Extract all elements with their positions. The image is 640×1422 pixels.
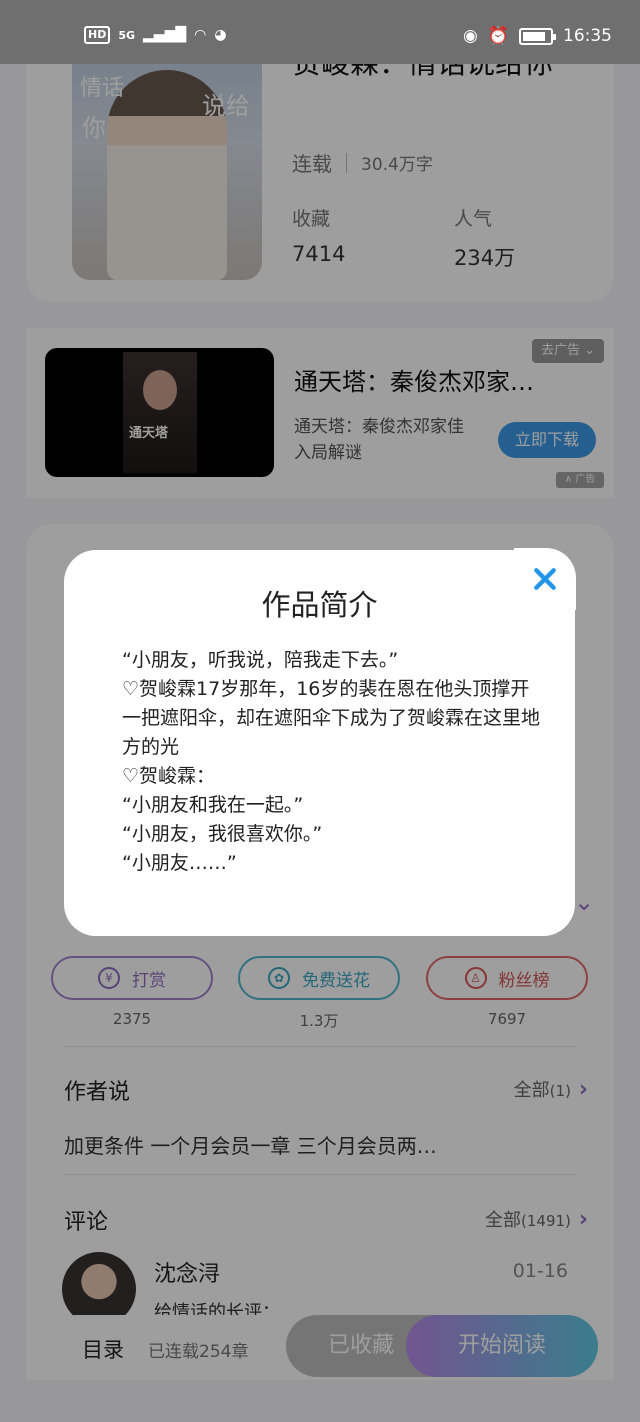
- synopsis-text: “小朋友，听我说，陪我走下去。” ♡贺峻霖17岁那年，16岁的裴在恩在他头顶撑开…: [122, 646, 542, 878]
- clock: 16:35: [563, 26, 612, 46]
- eye-icon: ◉: [462, 26, 478, 46]
- dialog-title: 作品简介: [261, 588, 378, 622]
- wifi-icon: ◠: [194, 27, 207, 43]
- synopsis-line: ♡贺峻霖：: [122, 765, 216, 787]
- synopsis-line: “小朋友……”: [122, 852, 237, 874]
- close-icon: [534, 568, 556, 590]
- hd-indicator: HD: [84, 26, 111, 44]
- close-dialog-button[interactable]: [514, 548, 576, 610]
- network-type: 5G: [118, 28, 136, 42]
- battery-icon: [519, 27, 556, 45]
- alarm-icon: ⏰: [487, 26, 509, 46]
- app-notification-icon: ◕: [214, 27, 227, 43]
- synopsis-dialog: 作品简介 “小朋友，听我说，陪我走下去。” ♡贺峻霖17岁那年，16岁的裴在恩在…: [64, 550, 575, 936]
- status-bar-left: HD 5G ▂▄▆█ ◠ ◕: [84, 26, 227, 44]
- synopsis-line: “小朋友，听我说，陪我走下去。”: [122, 649, 399, 671]
- status-bar-right: ◉ ⏰ 16:35: [463, 26, 612, 46]
- synopsis-line: “小朋友和我在一起。”: [122, 794, 304, 816]
- synopsis-line: “小朋友，我很喜欢你。”: [122, 823, 323, 845]
- status-bar: HD 5G ▂▄▆█ ◠ ◕ ◉ ⏰ 16:35: [0, 0, 640, 64]
- synopsis-line: ♡贺峻霖17岁那年，16岁的裴在恩在他头顶撑开一把遮阳伞，却在遮阳伞下成为了贺峻…: [122, 678, 541, 758]
- signal-icon: ▂▄▆█: [143, 27, 187, 43]
